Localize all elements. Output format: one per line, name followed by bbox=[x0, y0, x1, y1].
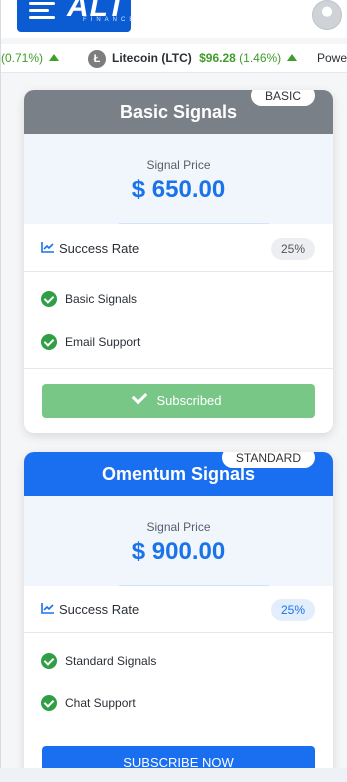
price-label: Signal Price bbox=[146, 158, 211, 172]
price-section: Signal Price $ 650.00 bbox=[24, 134, 333, 224]
ticker-name: Power bbox=[317, 51, 347, 65]
success-rate-label: Success Rate bbox=[59, 241, 140, 256]
feature-label: Standard Signals bbox=[65, 654, 157, 668]
logo-subtext: FINANCE bbox=[83, 17, 138, 23]
success-rate-label: Success Rate bbox=[59, 602, 140, 617]
ticker-item: Ł Litecoin (LTC) $96.28 (1.46%) bbox=[88, 44, 305, 72]
chart-line-icon bbox=[41, 242, 54, 253]
hamburger-menu-icon[interactable] bbox=[29, 2, 55, 19]
button-label: SUBSCRIBE NOW bbox=[123, 755, 234, 768]
logo-text: ALT bbox=[67, 0, 127, 23]
subscribed-button[interactable]: Subscribed bbox=[42, 384, 315, 418]
chart-line-icon bbox=[41, 603, 54, 614]
subscribe-now-button[interactable]: SUBSCRIBE NOW bbox=[42, 746, 315, 768]
bottom-strip bbox=[0, 768, 347, 782]
divider bbox=[119, 223, 269, 224]
price-label: Signal Price bbox=[146, 520, 211, 534]
ticker-change: (1.46%) bbox=[239, 51, 282, 65]
plan-badge: STANDARD bbox=[221, 452, 315, 468]
user-avatar-icon[interactable] bbox=[312, 0, 342, 30]
plan-card-basic: Basic Signals BASIC Signal Price $ 650.0… bbox=[24, 90, 333, 433]
check-icon bbox=[132, 388, 148, 405]
divider bbox=[119, 585, 269, 586]
plan-badge: BASIC bbox=[250, 90, 315, 106]
check-circle-icon bbox=[41, 653, 57, 669]
success-rate-row: Success Rate 25% bbox=[24, 588, 333, 633]
ticker-item: (0.71%) bbox=[1, 44, 67, 72]
success-rate-badge: 25% bbox=[270, 599, 315, 621]
top-header: ALT FINANCE bbox=[1, 0, 347, 38]
success-rate-badge: 25% bbox=[270, 238, 315, 260]
ticker-change: (0.71%) bbox=[1, 51, 44, 65]
feature-label: Email Support bbox=[65, 335, 141, 349]
check-circle-icon bbox=[41, 291, 57, 307]
ticker-price: $96.28 bbox=[199, 51, 236, 65]
button-label: Subscribed bbox=[156, 393, 222, 408]
check-circle-icon bbox=[41, 334, 57, 350]
up-triangle-icon bbox=[287, 54, 298, 61]
price-value: $ 650.00 bbox=[131, 176, 226, 203]
logo[interactable]: ALT FINANCE bbox=[17, 0, 133, 32]
app-frame: ALT FINANCE (0.71%) Ł Litecoin (LTC) $96.… bbox=[0, 0, 347, 768]
divider bbox=[24, 368, 333, 369]
price-value: $ 900.00 bbox=[131, 538, 226, 565]
up-triangle-icon bbox=[49, 54, 60, 61]
price-section: Signal Price $ 900.00 bbox=[24, 496, 333, 586]
price-ticker: (0.71%) Ł Litecoin (LTC) $96.28 (1.46%) P… bbox=[1, 44, 347, 73]
feature-label: Basic Signals bbox=[65, 292, 138, 306]
ticker-item: Power bbox=[317, 44, 347, 72]
feature-label: Chat Support bbox=[65, 696, 136, 710]
litecoin-icon: Ł bbox=[88, 49, 106, 68]
success-rate-row: Success Rate 25% bbox=[24, 227, 333, 272]
ticker-name: Litecoin (LTC) bbox=[112, 51, 192, 65]
plan-card-standard: Omentum Signals STANDARD Signal Price $ … bbox=[24, 452, 333, 768]
check-circle-icon bbox=[41, 695, 57, 711]
